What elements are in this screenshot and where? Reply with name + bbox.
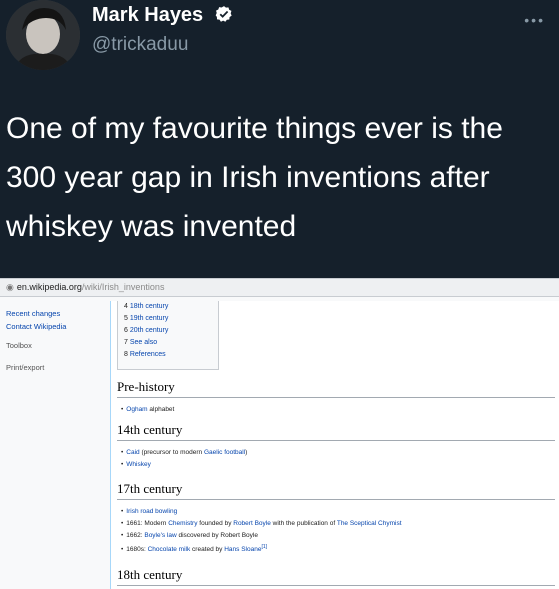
display-name[interactable]: Mark Hayes [92, 4, 233, 27]
section-heading-17th-century: 17th century [117, 481, 555, 500]
sidebar-heading-toolbox[interactable]: Toolbox [6, 341, 32, 350]
toc-item[interactable]: 7 See also [124, 339, 157, 346]
tweet-header: Mark Hayes @trickaduu ••• [0, 0, 559, 90]
url-bar: ◉ en.wikipedia.org/wiki/Irish_inventions [0, 279, 559, 297]
list-item: • Caid (precursor to modern Gaelic footba… [121, 449, 248, 456]
handle[interactable]: @trickaduu [92, 34, 188, 56]
link[interactable]: Caid [126, 449, 139, 456]
url-path: /wiki/Irish_inventions [81, 282, 165, 292]
toc-item[interactable]: 6 20th century [124, 327, 168, 334]
embedded-screenshot: ◉ en.wikipedia.org/wiki/Irish_inventions … [0, 278, 559, 589]
citation[interactable]: [1] [261, 544, 267, 550]
section-heading-prehistory: Pre-history [117, 379, 555, 398]
sidebar-heading-print[interactable]: Print/export [6, 363, 44, 372]
link[interactable]: Chemistry [168, 520, 197, 527]
more-options-icon[interactable]: ••• [524, 12, 545, 28]
link[interactable]: Chocolate milk [148, 546, 191, 553]
wiki-sidebar: Recent changes Contact Wikipedia Toolbox… [0, 301, 110, 589]
url-domain: en.wikipedia.org [16, 282, 82, 292]
list-item: • 1680s: Chocolate milk created by Hans S… [121, 544, 268, 554]
list-item: • Irish road bowling [121, 508, 178, 515]
link[interactable]: The Sceptical Chymist [337, 520, 402, 527]
display-name-text: Mark Hayes [92, 4, 204, 26]
list-item: • Ogham alphabet [121, 406, 175, 413]
table-of-contents: 4 18th century 5 19th century 6 20th cen… [117, 301, 219, 370]
link[interactable]: Hans Sloane [224, 546, 261, 553]
avatar-image [6, 0, 80, 70]
section-heading-14th-century: 14th century [117, 422, 555, 441]
avatar[interactable] [6, 0, 80, 70]
list-item: • 1661: Modern Chemistry founded by Rober… [121, 520, 402, 527]
link[interactable]: Whiskey [126, 461, 151, 468]
list-item: • Whiskey [121, 461, 151, 468]
tweet-text: One of my favourite things ever is the 3… [6, 112, 503, 243]
link[interactable]: Boyle's law [144, 532, 176, 539]
verified-badge-icon [215, 6, 232, 22]
sidebar-item-contact[interactable]: Contact Wikipedia [6, 322, 66, 331]
link[interactable]: Irish road bowling [126, 508, 177, 515]
list-item: • 1662: Boyle's law discovered by Robert … [121, 532, 258, 539]
section-heading-18th-century: 18th century [117, 567, 555, 586]
sidebar-item-recent-changes[interactable]: Recent changes [6, 309, 60, 318]
toc-item[interactable]: 8 References [124, 351, 166, 358]
link[interactable]: Robert Boyle [233, 520, 271, 527]
link[interactable]: Ogham [126, 406, 147, 413]
toc-item[interactable]: 5 19th century [124, 315, 168, 322]
lock-icon: ◉ [6, 282, 14, 292]
link[interactable]: Gaelic football [204, 449, 245, 456]
toc-item[interactable]: 4 18th century [124, 303, 168, 310]
wiki-content: 4 18th century 5 19th century 6 20th cen… [110, 301, 559, 589]
